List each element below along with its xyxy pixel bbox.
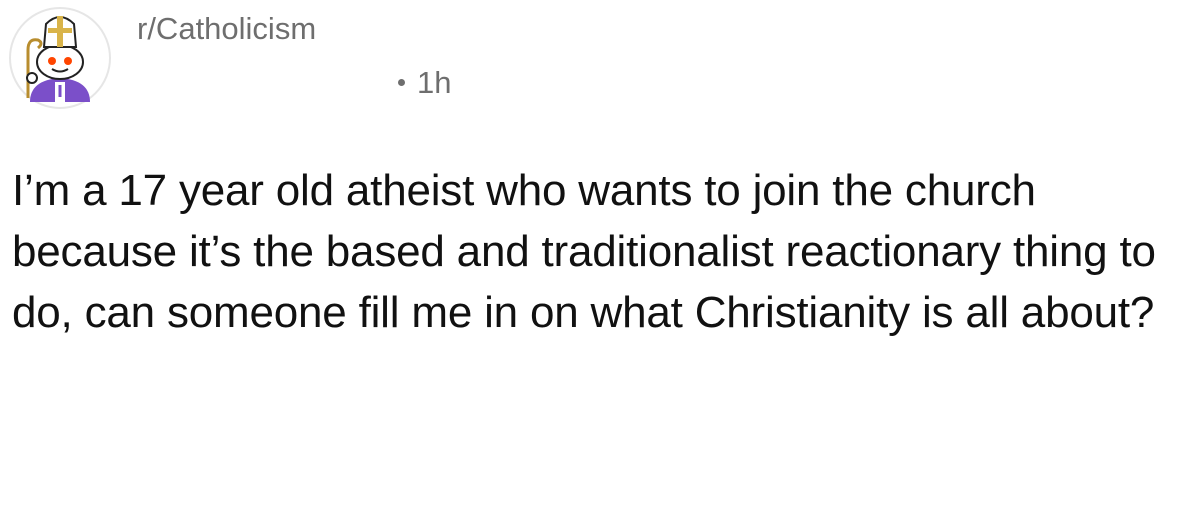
subreddit-link[interactable]: r/Catholicism — [137, 10, 316, 48]
post-title[interactable]: I’m a 17 year old atheist who wants to j… — [12, 160, 1182, 343]
subreddit-avatar-icon[interactable] — [8, 6, 112, 110]
post-time: 1h — [417, 65, 452, 100]
post-card[interactable]: r/Catholicism 1h I’m a 17 year old athei… — [0, 0, 1200, 508]
post-meta: 1h — [398, 64, 451, 102]
separator-dot-icon — [398, 79, 405, 87]
